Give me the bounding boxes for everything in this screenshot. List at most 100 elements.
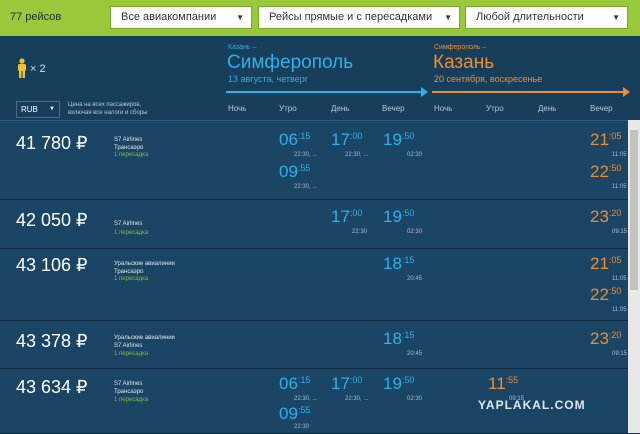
departure-hour: 06	[279, 374, 298, 393]
tod-morning-ret[interactable]: Утро	[486, 104, 504, 113]
price: 43 378 ₽	[16, 331, 88, 351]
departure-hour: 17	[331, 207, 350, 226]
results-count: 77 рейсов	[10, 11, 62, 23]
departure-hour: 18	[383, 329, 402, 348]
departure-minute: :50	[608, 286, 622, 296]
departure-time[interactable]: 17:00	[331, 130, 362, 150]
return-departure-time[interactable]: 22:50	[590, 285, 621, 305]
inbound-city: Казань	[433, 52, 495, 73]
return-departure-time[interactable]: 23:20	[590, 329, 621, 349]
departure-time[interactable]: 17:00	[331, 207, 362, 227]
departure-hour: 11	[488, 374, 506, 393]
arrival-time: 02:30	[407, 229, 423, 235]
departure-time[interactable]: 17:00	[331, 374, 362, 394]
departure-hour: 22	[590, 285, 609, 304]
arrival-time: 11:05	[612, 307, 627, 313]
result-row[interactable]	[0, 249, 628, 321]
tod-evening-out[interactable]: Вечер	[382, 104, 405, 113]
price-note: Цена на всех пассажиров, включая все нал…	[68, 101, 147, 117]
stops-label: 1 пересадка	[114, 351, 149, 357]
scrollbar-thumb[interactable]	[630, 130, 638, 290]
return-departure-time[interactable]: 21:05	[590, 130, 621, 150]
scrollbar[interactable]	[628, 120, 640, 433]
tod-day-ret[interactable]: День	[538, 104, 556, 113]
arrival-time: 09:15	[612, 351, 628, 357]
departure-hour: 19	[383, 207, 402, 226]
departure-time[interactable]: 18:15	[383, 254, 414, 274]
airlines-select-value: Все авиакомпании	[121, 11, 217, 23]
airline-name: S7 Airlines	[114, 221, 143, 227]
departure-time[interactable]: 19:50	[383, 207, 414, 227]
airlines: Уральские авиалинии Трансаэро	[114, 260, 175, 276]
departure-time[interactable]: 19:50	[383, 374, 414, 394]
departure-minute: :15	[401, 330, 415, 340]
arrival-time: 22:30, ...	[294, 396, 318, 402]
tod-morning-out[interactable]: Утро	[279, 104, 297, 113]
departure-hour: 09	[279, 404, 298, 423]
departure-time[interactable]: 09:55	[279, 162, 310, 182]
airline-name: Уральские авиалинии	[114, 335, 175, 341]
return-departure-time[interactable]: 23:20	[590, 207, 621, 227]
airlines: Уральские авиалинии S7 Airlines	[114, 334, 175, 350]
arrival-time: 22:30, ...	[294, 184, 318, 190]
result-row[interactable]	[0, 321, 628, 369]
departure-time[interactable]: 06:15	[279, 130, 310, 150]
connections-select-value: Рейсы прямые и с пересадками	[269, 11, 433, 23]
result-row[interactable]	[0, 200, 628, 249]
chevron-down-icon: ▼	[49, 106, 55, 112]
tod-evening-ret[interactable]: Вечер	[590, 104, 613, 113]
outbound-date: 13 августа, четверг	[228, 74, 308, 84]
departure-minute: :20	[608, 208, 622, 218]
currency-select[interactable]: RUB ▼	[16, 101, 60, 118]
departure-hour: 21	[590, 254, 609, 273]
inbound-route-small: Симферополь –	[434, 44, 487, 51]
return-departure-time[interactable]: 21:05	[590, 254, 621, 274]
departure-time[interactable]: 18:15	[383, 329, 414, 349]
arrival-time: 09:15	[612, 229, 628, 235]
departure-hour: 19	[383, 130, 402, 149]
airline-name: S7 Airlines	[114, 381, 143, 387]
outbound-route-small: Казань –	[228, 44, 257, 51]
outbound-arrow-icon	[226, 87, 428, 97]
arrival-time: 22:30, ...	[345, 396, 369, 402]
arrival-time: 22:30	[352, 229, 368, 235]
departure-time[interactable]: 19:50	[383, 130, 414, 150]
airline-name: Трансаэро	[114, 269, 144, 275]
airlines-select[interactable]: Все авиакомпании ▼	[110, 6, 252, 29]
departure-minute: :50	[401, 208, 415, 218]
airline-name: Уральские авиалинии	[114, 261, 175, 267]
airline-name: S7 Airlines	[114, 343, 143, 349]
tod-day-out[interactable]: День	[331, 104, 349, 113]
return-departure-time[interactable]: 22:50	[590, 162, 621, 182]
chevron-down-icon: ▼	[444, 13, 452, 22]
departure-minute: :00	[349, 375, 363, 385]
outbound-city: Симферополь	[227, 52, 354, 73]
departure-minute: :05	[608, 255, 622, 265]
arrival-time: 20:45	[407, 351, 423, 357]
price: 41 780 ₽	[16, 133, 88, 153]
departure-minute: :15	[297, 131, 311, 141]
departure-hour: 17	[331, 130, 350, 149]
arrival-time: 22:30, ...	[294, 152, 318, 158]
return-departure-time[interactable]: 11:55	[488, 374, 518, 394]
price-note-line: включая все налоги и сборы	[68, 110, 148, 116]
departure-minute: :55	[505, 375, 519, 385]
departure-minute: :20	[608, 330, 622, 340]
departure-time[interactable]: 09:55	[279, 404, 310, 424]
tod-night-ret[interactable]: Ночь	[434, 104, 452, 113]
price: 43 106 ₽	[16, 255, 88, 275]
departure-hour: 22	[590, 162, 609, 181]
tod-night-out[interactable]: Ночь	[228, 104, 246, 113]
departure-hour: 09	[279, 162, 298, 181]
departure-minute: :15	[401, 255, 415, 265]
connections-select[interactable]: Рейсы прямые и с пересадками ▼	[258, 6, 460, 29]
departure-hour: 23	[590, 329, 609, 348]
arrival-time: 22:30	[294, 424, 310, 430]
inbound-date: 20 сентября, воскресенье	[434, 74, 543, 84]
departure-minute: :55	[297, 405, 311, 415]
duration-select[interactable]: Любой длительности ▼	[465, 6, 628, 29]
departure-hour: 19	[383, 374, 402, 393]
arrival-time: 11:05	[612, 276, 627, 282]
departure-time[interactable]: 06:15	[279, 374, 310, 394]
price: 43 634 ₽	[16, 377, 88, 397]
